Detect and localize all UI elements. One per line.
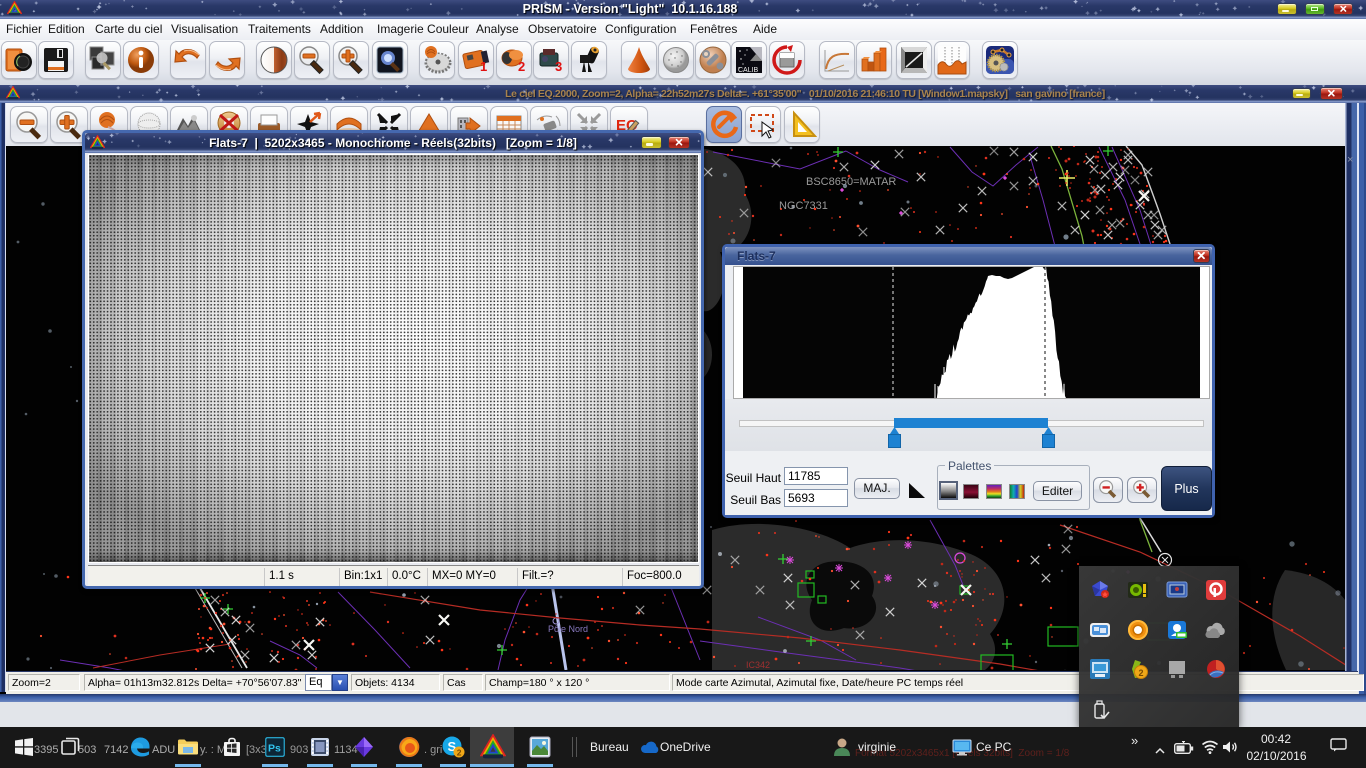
svg-text:IC342: IC342 xyxy=(746,660,770,670)
svg-text:Ps: Ps xyxy=(268,743,281,755)
svg-text:2: 2 xyxy=(1139,668,1144,678)
svg-text:BSC8650=MATAR: BSC8650=MATAR xyxy=(806,176,896,188)
svg-text:NGC7331: NGC7331 xyxy=(779,200,828,212)
svg-text:2: 2 xyxy=(457,748,462,758)
svg-text:Pôle Nord: Pôle Nord xyxy=(548,624,588,634)
